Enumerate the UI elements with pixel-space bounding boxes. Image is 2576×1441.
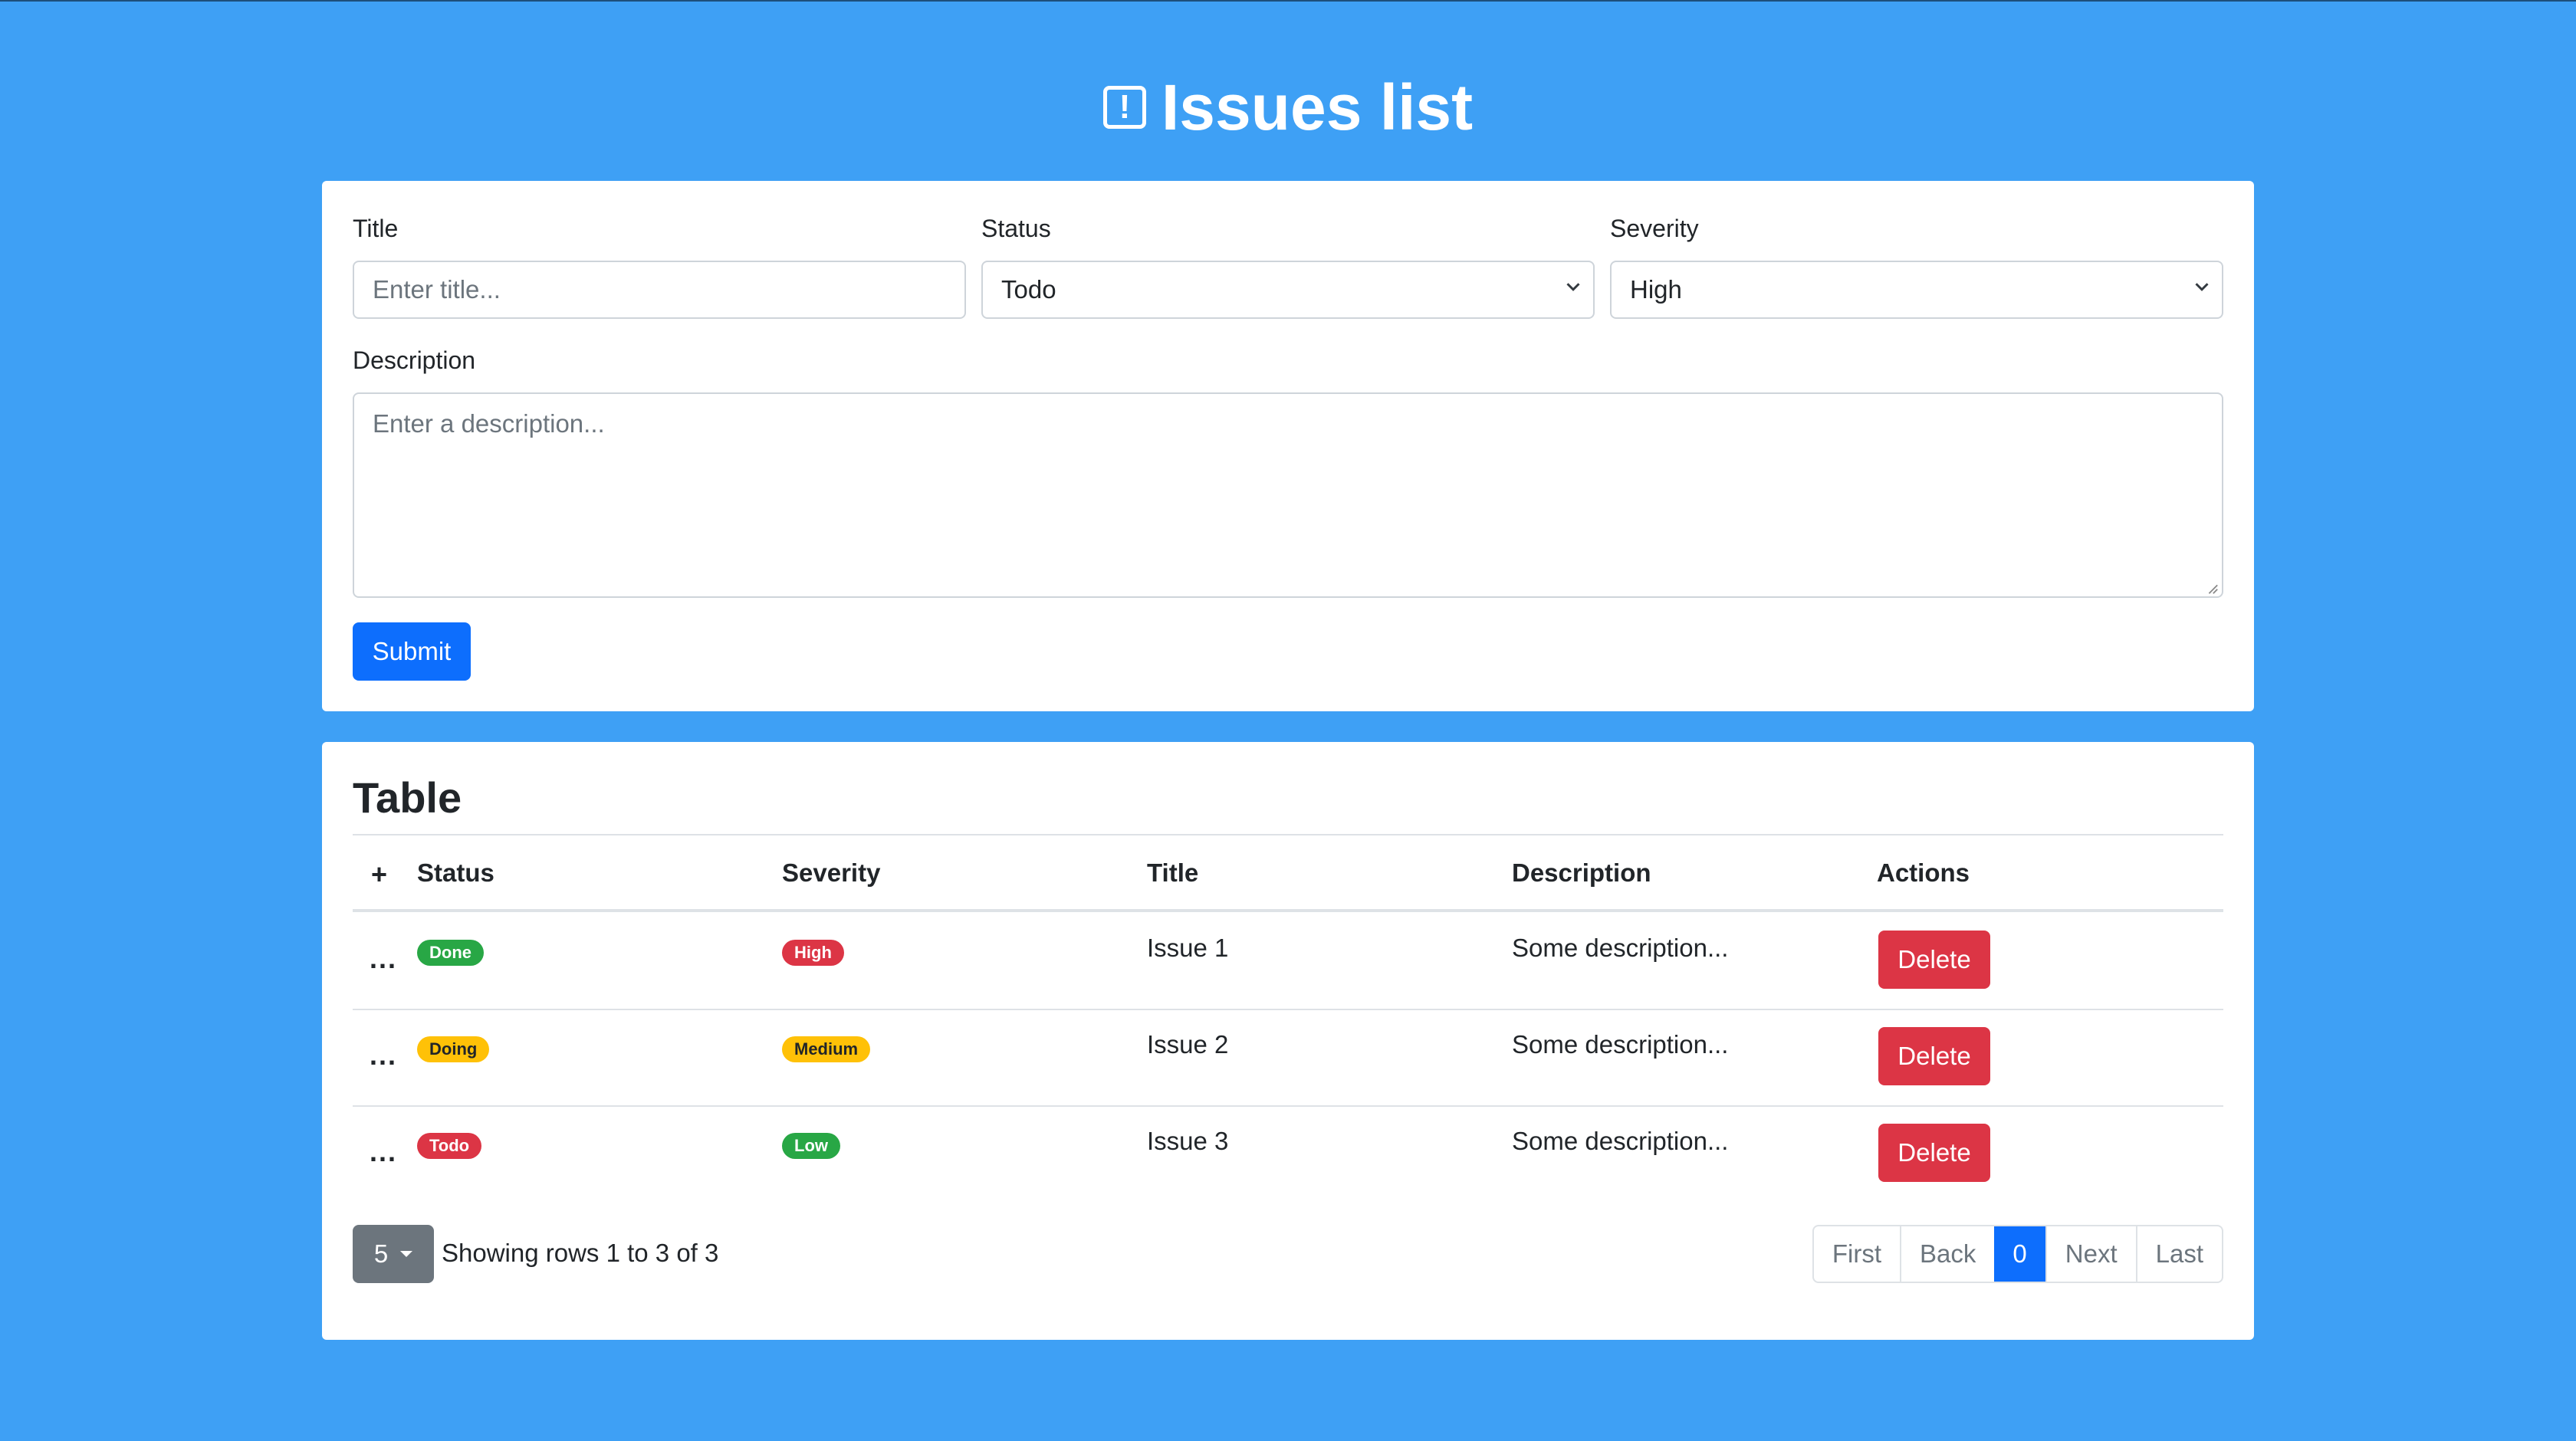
- issue-description: Some description...: [1512, 934, 1729, 962]
- page-size-value: 5: [373, 1239, 389, 1268]
- divider: [353, 834, 2223, 835]
- issue-title: Issue 1: [1147, 934, 1229, 962]
- severity-badge: Medium: [782, 1036, 871, 1062]
- status-badge: Todo: [417, 1133, 482, 1159]
- table-row: ... Done High Issue 1 Some description..…: [353, 912, 2223, 1009]
- delete-button[interactable]: Delete: [1878, 931, 1990, 989]
- column-header-status: Status: [417, 858, 495, 887]
- delete-button[interactable]: Delete: [1878, 1027, 1990, 1085]
- page-title-text: Issues list: [1161, 71, 1474, 143]
- column-header-title: Title: [1147, 858, 1199, 887]
- row-menu-button[interactable]: ...: [370, 1042, 397, 1069]
- status-select-value: Todo: [1001, 275, 1056, 304]
- issues-table-card: Table + Status Severity Title Descriptio…: [322, 742, 2254, 1340]
- column-header-description: Description: [1512, 858, 1651, 887]
- table-row: ... Todo Low Issue 3 Some description...…: [353, 1105, 2223, 1202]
- status-label: Status: [981, 215, 1051, 242]
- chevron-down-icon: [2195, 283, 2209, 291]
- issue-title: Issue 3: [1147, 1127, 1229, 1155]
- submit-button[interactable]: Submit: [353, 622, 471, 681]
- issue-title: Issue 2: [1147, 1030, 1229, 1059]
- title-label: Title: [353, 215, 399, 242]
- severity-label: Severity: [1610, 215, 1699, 242]
- pagination-current-page[interactable]: 0: [1994, 1226, 2045, 1282]
- caret-down-icon: [400, 1251, 413, 1257]
- row-menu-button[interactable]: ...: [370, 1138, 397, 1166]
- pagination-last[interactable]: Last: [2135, 1226, 2222, 1282]
- rows-summary: Showing rows 1 to 3 of 3: [442, 1239, 719, 1267]
- column-header-actions: Actions: [1877, 858, 1970, 887]
- resize-grip-icon[interactable]: [2205, 581, 2219, 595]
- column-header-severity: Severity: [782, 858, 881, 887]
- chevron-down-icon: [1566, 283, 1580, 291]
- severity-badge: High: [782, 940, 844, 966]
- description-label: Description: [353, 346, 476, 374]
- severity-badge: Low: [782, 1133, 840, 1159]
- issue-description: Some description...: [1512, 1030, 1729, 1059]
- issue-form-card: Title Status Todo Severity High Descript…: [322, 181, 2254, 711]
- severity-select-value: High: [1630, 275, 1682, 304]
- pagination-first[interactable]: First: [1814, 1226, 1900, 1282]
- delete-button[interactable]: Delete: [1878, 1124, 1990, 1182]
- status-select[interactable]: Todo: [981, 261, 1595, 319]
- add-row-button[interactable]: +: [371, 858, 387, 891]
- pagination: First Back 0 Next Last: [1812, 1225, 2223, 1283]
- severity-select[interactable]: High: [1610, 261, 2223, 319]
- issue-description: Some description...: [1512, 1127, 1729, 1155]
- pagination-next[interactable]: Next: [2045, 1226, 2136, 1282]
- description-textarea[interactable]: [353, 392, 2223, 598]
- page-title: ! Issues list: [0, 75, 2576, 140]
- pagination-back[interactable]: Back: [1900, 1226, 1994, 1282]
- exclamation-square-icon: !: [1102, 86, 1146, 129]
- row-menu-button[interactable]: ...: [370, 945, 397, 973]
- title-input[interactable]: [353, 261, 966, 319]
- table-row: ... Doing Medium Issue 2 Some descriptio…: [353, 1009, 2223, 1105]
- status-badge: Doing: [417, 1036, 490, 1062]
- status-badge: Done: [417, 940, 484, 966]
- page-size-dropdown[interactable]: 5: [353, 1225, 434, 1283]
- table-heading: Table: [353, 773, 462, 822]
